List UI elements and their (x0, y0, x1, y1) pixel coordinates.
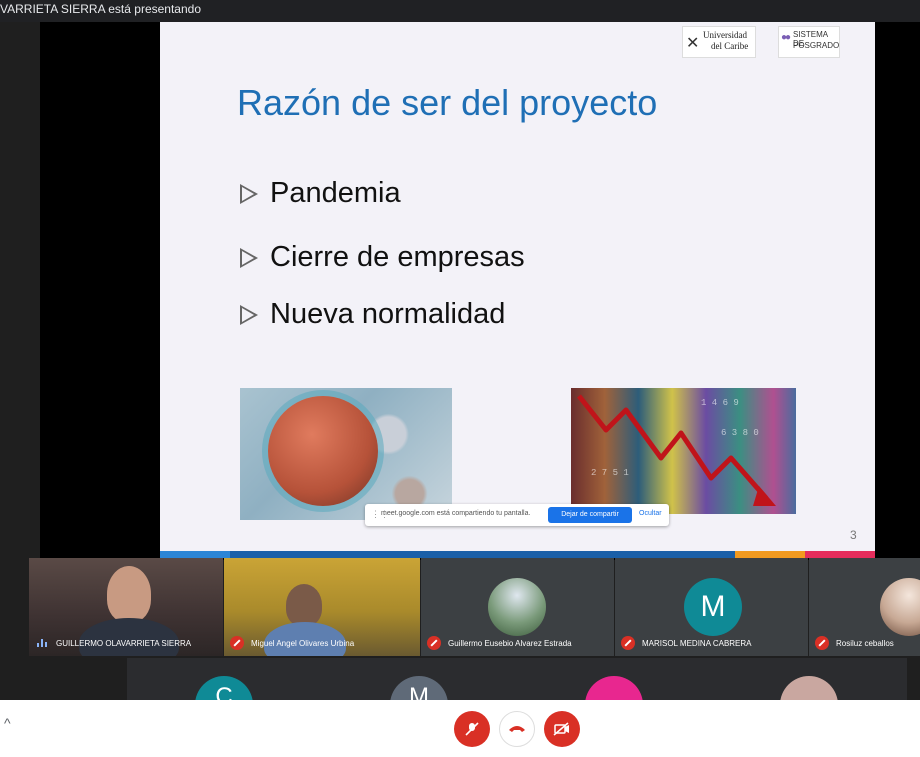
participant-name: GUILLERMO OLAVARRIETA SIERRA (56, 639, 192, 648)
participant-face (107, 566, 151, 622)
footer-segment (160, 551, 230, 558)
bullet-text: Nueva normalidad (270, 298, 506, 330)
participant-face (286, 584, 322, 626)
leave-call-button[interactable] (499, 711, 535, 747)
screen-share-banner: ⋮⋮ meet.google.com está compartiendo tu … (365, 504, 669, 526)
university-emblem-icon: ✕ (686, 35, 700, 52)
posgrado-dots-icon: ●● (781, 32, 791, 43)
bullet-item: Nueva normalidad (240, 298, 505, 331)
participant-name: Miguel Angel Olivares Urbina (251, 639, 355, 648)
universidad-logo: ✕ Universidad del Caribe (682, 26, 756, 58)
slide-title: Razón de ser del proyecto (237, 82, 658, 123)
triangle-bullet-icon (240, 248, 258, 269)
bullet-text: Cierre de empresas (270, 241, 525, 273)
footer-segment (735, 551, 805, 558)
participant-name: MARISOL MEDINA CABRERA (642, 639, 752, 648)
posgrado-logo: ●● SISTEMA DE POSGRADO (778, 26, 840, 58)
mic-off-icon (465, 722, 479, 736)
footer-segment (805, 551, 875, 558)
mic-off-icon (427, 636, 441, 650)
coronavirus-image (240, 388, 452, 520)
participant-row-2: C M (127, 658, 907, 734)
meeting-controls-bar: ^ (0, 700, 920, 757)
mic-off-icon (230, 636, 244, 650)
camera-off-icon (553, 722, 569, 736)
participant-avatar (488, 578, 546, 636)
participant-avatar: M (684, 578, 742, 636)
participant-tile[interactable]: GUILLERMO OLAVARRIETA SIERRA (29, 558, 223, 656)
stop-sharing-button[interactable]: Dejar de compartir (548, 507, 632, 523)
mic-toggle-button[interactable] (454, 711, 490, 747)
footer-segment (230, 551, 735, 558)
hide-banner-button[interactable]: Ocultar (639, 510, 662, 517)
falling-arrow-icon (577, 394, 776, 506)
logo-right-line2: POSGRADO (793, 41, 840, 50)
virus-particle (268, 396, 378, 506)
logo-left-line1: Universidad (703, 30, 747, 40)
speaking-indicator-icon (37, 639, 47, 647)
share-message: meet.google.com está compartiendo tu pan… (381, 510, 531, 517)
mic-off-icon (621, 636, 635, 650)
triangle-bullet-icon (240, 184, 258, 205)
slide-footer-bar (160, 551, 875, 558)
participant-body (79, 618, 179, 656)
logo-left-line2: del Caribe (711, 41, 749, 51)
bullet-item: Pandemia (240, 177, 401, 210)
chevron-up-icon[interactable]: ^ (4, 715, 11, 731)
top-bar: VARRIETA SIERRA está presentando (0, 0, 920, 22)
mic-off-icon (815, 636, 829, 650)
bullet-item: Cierre de empresas (240, 241, 525, 274)
presenting-status: VARRIETA SIERRA está presentando (0, 2, 201, 16)
participant-name: Rosiluz ceballos (836, 639, 894, 648)
camera-toggle-button[interactable] (544, 711, 580, 747)
phone-hangup-icon (509, 726, 525, 732)
slide-page-number: 3 (850, 528, 857, 542)
participant-name: Guillermo Eusebio Alvarez Estrada (448, 639, 572, 648)
stock-decline-image: 1 4 6 9 6 3 8 0 2 7 5 1 (571, 388, 796, 514)
participant-tile[interactable]: Miguel Angel Olivares Urbina (224, 558, 420, 656)
bullet-text: Pandemia (270, 177, 401, 209)
presentation-slide: ✕ Universidad del Caribe ●● SISTEMA DE P… (160, 22, 875, 558)
triangle-bullet-icon (240, 305, 258, 326)
